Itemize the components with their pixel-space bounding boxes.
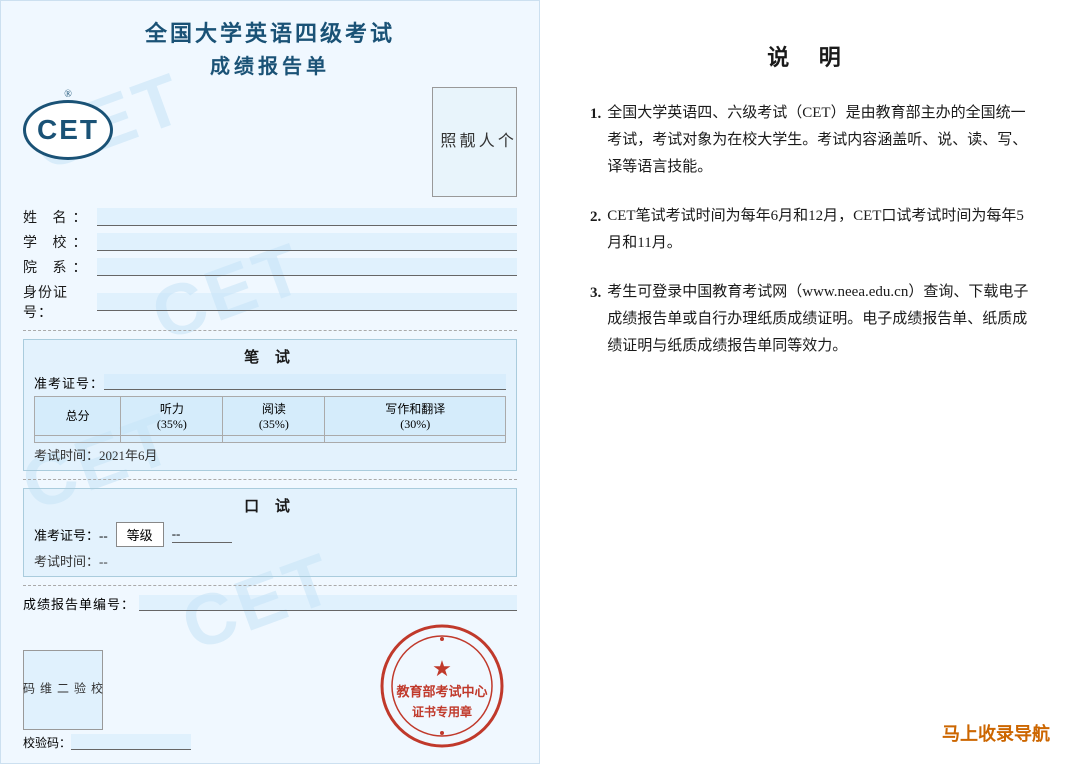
photo-box: 个人靓照 [432,87,517,197]
info-list: 1. 全国大学英语四、六级考试（CET）是由教育部主办的全国统一考试，考试对象为… [590,100,1030,360]
bottom-area: 校验二维码 校验码： ★ [23,621,517,751]
score-total [35,435,121,442]
cert-header: 全国大学英语四级考试 成绩报告单 [23,19,517,79]
oral-exam-time: 考试时间：-- [34,551,506,570]
cert-content: 全国大学英语四级考试 成绩报告单 ® CET 个人靓照 姓 名： 学 [23,19,517,751]
cet-circle: CET [23,100,113,160]
id-label: 身份证号： [23,282,93,322]
oral-section-title: 口 试 [34,495,506,516]
dept-row: 院 系： [23,257,517,277]
oral-grade-value: -- [172,526,232,543]
score-header-reading: 阅读(35%) [223,396,325,435]
score-listening [121,435,223,442]
info-num-2: 2. [590,204,601,231]
written-exam-time-label: 考试时间： [34,448,99,463]
info-item-2: 2. CET笔试考试时间为每年6月和12月，CET口试考试时间为每年5月和11月… [590,203,1030,257]
score-reading [223,435,325,442]
school-label: 学 校： [23,232,93,252]
info-item-1: 1. 全国大学英语四、六级考试（CET）是由教育部主办的全国统一考试，考试对象为… [590,100,1030,181]
school-row: 学 校： [23,232,517,252]
bottom-brand: 马上收录导航 [942,720,1050,746]
info-item-3: 3. 考生可登录中国教育考试网（www.neea.edu.cn）查询、下载电子成… [590,279,1030,360]
qr-box: 校验二维码 [23,650,103,730]
info-panel: 说 明 1. 全国大学英语四、六级考试（CET）是由教育部主办的全国统一考试，考… [540,0,1080,764]
written-section: 笔 试 准考证号： 总分 听力(35%) 阅读(35%) 写作和翻译(30%) [23,339,517,471]
verify-code-row: 校验码： [23,734,191,751]
score-header-writing: 写作和翻译(30%) [325,396,506,435]
written-exam-no-value [104,374,506,390]
written-exam-time-value: 2021年6月 [99,448,158,463]
divider-3 [23,585,517,586]
cet-logo: ® CET [23,87,113,160]
id-value [97,293,517,311]
info-num-3: 3. [590,280,601,307]
cert-title-sub: 成绩报告单 [23,50,517,79]
score-header-total: 总分 [35,396,121,435]
name-value [97,208,517,226]
photo-label: 个人靓照 [436,132,513,152]
report-no-row: 成绩报告单编号： [23,594,517,613]
svg-text:证书专用章: 证书专用章 [412,704,472,719]
oral-section: 口 试 准考证号：-- 等级 -- 考试时间：-- [23,488,517,577]
report-no-value [139,595,517,611]
registered-mark: ® [64,89,72,100]
certificate-panel: CET CET CET CET 全国大学英语四级考试 成绩报告单 ® CET 个… [0,0,540,764]
score-table: 总分 听力(35%) 阅读(35%) 写作和翻译(30%) [34,396,506,443]
svg-text:教育部考试中心: 教育部考试中心 [395,684,487,699]
oral-grade-label: 等级 [116,522,164,547]
info-title: 说 明 [590,40,1030,72]
verify-code-value [71,734,191,750]
score-writing [325,435,506,442]
written-section-title: 笔 试 [34,346,506,367]
info-text-3: 考生可登录中国教育考试网（www.neea.edu.cn）查询、下载电子成绩报告… [607,279,1030,360]
name-label: 姓 名： [23,207,93,227]
qr-label: 校验二维码 [21,682,106,698]
written-exam-time: 考试时间：2021年6月 [34,445,506,464]
cet-logo-text: CET [37,114,99,146]
dept-value [97,258,517,276]
score-header-listening: 听力(35%) [121,396,223,435]
seal-svg: ★ 教育部考试中心 证书专用章 [377,621,507,751]
oral-exam-no-label: 准考证号：-- [34,525,108,544]
divider-2 [23,479,517,480]
official-seal: ★ 教育部考试中心 证书专用章 [377,621,507,751]
divider-1 [23,330,517,331]
svg-text:★: ★ [432,656,452,681]
oral-exam-time-label: 考试时间：-- [34,554,108,569]
dept-label: 院 系： [23,257,93,277]
info-text-2: CET笔试考试时间为每年6月和12月，CET口试考试时间为每年5月和11月。 [607,203,1030,257]
report-no-label: 成绩报告单编号： [23,594,135,613]
written-exam-no-row: 准考证号： [34,373,506,392]
oral-exam-no-row: 准考证号：-- 等级 -- [34,522,506,547]
written-exam-no-label: 准考证号： [34,373,104,392]
info-text-1: 全国大学英语四、六级考试（CET）是由教育部主办的全国统一考试，考试对象为在校大… [607,100,1030,181]
school-value [97,233,517,251]
info-num-1: 1. [590,101,601,128]
verify-code-label: 校验码： [23,734,71,751]
cert-title-main: 全国大学英语四级考试 [23,19,517,50]
cert-logo-row: ® CET 个人靓照 [23,87,517,197]
name-row: 姓 名： [23,207,517,227]
id-row: 身份证号： [23,282,517,322]
